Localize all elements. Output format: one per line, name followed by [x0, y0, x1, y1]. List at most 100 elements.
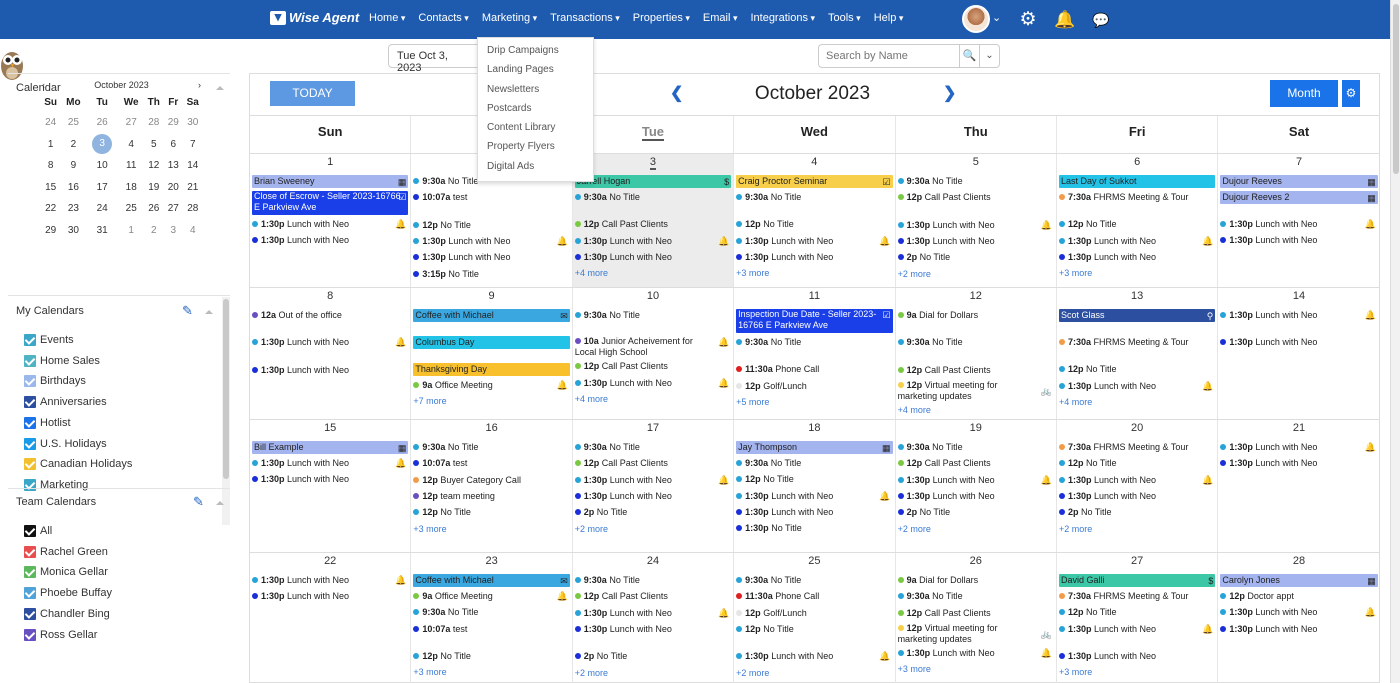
timed-event[interactable]: 9:30a No Title — [736, 336, 892, 349]
timed-event[interactable]: 10a Junior Acheivement for Local High Sc… — [574, 336, 715, 358]
sidebar-scrollbar[interactable] — [222, 297, 230, 525]
timed-event[interactable]: 12p Call Past Clients — [897, 364, 1054, 377]
timed-event[interactable]: 9:30a No Title — [897, 441, 1054, 454]
mini-day[interactable]: 22 — [40, 198, 61, 220]
timed-event[interactable]: 1:30p Lunch with Neo — [1058, 490, 1215, 503]
timed-event[interactable]: 12p Call Past Clients — [897, 607, 1054, 620]
more-events-link[interactable]: +3 more — [736, 268, 769, 278]
checkbox-checked-icon[interactable] — [24, 587, 36, 600]
day-number[interactable]: 6 — [1057, 156, 1217, 168]
timed-event[interactable]: 7:30a FHRMS Meeting & Tour — [1058, 336, 1215, 349]
mini-day[interactable]: 28 — [183, 198, 203, 220]
timed-event[interactable]: 1:30p Lunch with Neo — [252, 590, 408, 603]
timed-event[interactable]: 1:30p Lunch with Neo — [252, 457, 408, 470]
timed-event[interactable]: 2p No Title — [1058, 506, 1215, 519]
timed-event[interactable]: 1:30p Lunch with Neo — [736, 506, 892, 519]
checkbox-checked-icon[interactable] — [24, 545, 36, 558]
all-day-event[interactable]: Coffee with Michael ✉ — [413, 574, 570, 587]
mini-day[interactable]: 16 — [61, 177, 85, 199]
timed-event[interactable]: 12p Call Past Clients — [574, 457, 731, 470]
day-number[interactable]: 15 — [250, 422, 410, 434]
timed-event[interactable]: 9:30a No Title — [413, 441, 569, 454]
nav-help[interactable]: Help — [874, 12, 904, 24]
mini-day[interactable]: 26 — [85, 112, 118, 134]
day-cell[interactable]: 28 Carolyn Jones ▦ 12p Doctor appt 1:30p Lun… — [1218, 553, 1379, 683]
mini-day[interactable]: 7 — [183, 134, 203, 156]
nav-marketing[interactable]: Marketing — [482, 12, 537, 24]
mini-day[interactable]: 17 — [85, 177, 118, 199]
timed-event[interactable]: 12p Call Past Clients — [574, 360, 731, 373]
mini-day[interactable]: 1 — [40, 134, 61, 156]
mini-day[interactable]: 4 — [183, 220, 203, 242]
calendar-toggle-monica-gellar[interactable]: Monica Gellar — [24, 564, 108, 580]
user-avatar[interactable] — [962, 5, 990, 33]
day-cell[interactable]: 18 Jay Thompson ▦ 9:30a No Title 12p No Titl… — [734, 420, 896, 552]
nav-transactions[interactable]: Transactions — [550, 12, 620, 24]
day-cell[interactable]: 9 Coffee with Michael ✉ Columbus Day Thanksg… — [411, 288, 573, 419]
timed-event[interactable]: 1:30p Lunch with Neo — [1220, 441, 1377, 454]
all-day-event[interactable]: David Galli $ — [1058, 574, 1216, 587]
day-cell[interactable]: 6 Last Day of Sukkot 7:30a FHRMS Meeting &… — [1057, 154, 1219, 287]
timed-event[interactable]: 11:30a Phone Call — [736, 590, 892, 603]
day-number[interactable]: 25 — [734, 555, 894, 567]
nav-home[interactable]: Home — [369, 12, 405, 24]
checkbox-checked-icon[interactable] — [24, 396, 36, 409]
timed-event[interactable]: 1:30p Lunch with Neo — [1220, 336, 1377, 349]
checkbox-checked-icon[interactable] — [24, 437, 36, 450]
more-events-link[interactable]: +2 more — [898, 524, 931, 534]
mini-day[interactable]: 24 — [40, 112, 61, 134]
timed-event[interactable]: 9:30a No Title — [574, 309, 731, 322]
more-events-link[interactable]: +4 more — [575, 268, 608, 278]
day-number[interactable]: 11 — [734, 290, 894, 302]
timed-event[interactable]: 12p No Title — [413, 219, 569, 232]
checkbox-checked-icon[interactable] — [24, 607, 36, 620]
timed-event[interactable]: 12p No Title — [736, 623, 892, 636]
all-day-event[interactable]: Scot Glass ⚲ — [1058, 309, 1216, 322]
mini-day[interactable]: 15 — [40, 177, 61, 199]
timed-event[interactable]: 1:30p Lunch with Neo — [736, 251, 892, 264]
calendar-toggle-hotlist[interactable]: Hotlist — [24, 415, 71, 431]
mini-day[interactable]: 14 — [183, 155, 203, 177]
timed-event[interactable]: 1:30p Lunch with Neo — [897, 474, 1054, 487]
mini-day[interactable]: 4 — [119, 134, 144, 156]
day-number[interactable]: 18 — [734, 422, 894, 434]
timed-event[interactable]: 1:30p Lunch with Neo — [252, 218, 408, 231]
day-number[interactable]: 27 — [1057, 555, 1217, 567]
timed-event[interactable]: 12p No Title — [736, 473, 892, 486]
day-cell[interactable]: 1 Brian Sweeney ▦ Close of Escrow - Seller … — [250, 154, 412, 287]
calendar-toggle-phoebe-buffay[interactable]: Phoebe Buffay — [24, 585, 112, 601]
nav-integrations[interactable]: Integrations — [750, 12, 815, 24]
mini-day[interactable]: 6 — [164, 134, 183, 156]
timed-event[interactable]: 12p No Title — [1058, 218, 1215, 231]
timed-event[interactable]: 9a Office Meeting — [413, 379, 569, 392]
timed-event[interactable]: 9a Office Meeting — [413, 590, 569, 603]
more-events-link[interactable]: +3 more — [413, 667, 446, 677]
mini-day[interactable]: 1 — [119, 220, 144, 242]
timed-event[interactable]: 12p No Title — [413, 506, 569, 519]
nav-contacts[interactable]: Contacts — [418, 12, 468, 24]
menu-item-postcards[interactable]: Postcards — [478, 103, 593, 122]
all-day-event[interactable]: Dujour Reeves 2 ▦ — [1220, 191, 1378, 204]
menu-item-content-library[interactable]: Content Library — [478, 122, 593, 141]
checkbox-checked-icon[interactable] — [24, 628, 36, 641]
checkbox-checked-icon[interactable] — [24, 375, 36, 388]
day-number[interactable]: 17 — [573, 422, 733, 434]
day-cell[interactable]: 23 Coffee with Michael ✉ 9a Office Meeting 🔔… — [411, 553, 573, 683]
more-events-link[interactable]: +3 more — [898, 664, 931, 674]
day-number[interactable]: 20 — [1057, 422, 1217, 434]
timed-event[interactable]: 1:30p Lunch with Neo — [574, 490, 731, 503]
search-icon[interactable]: 🔍 — [959, 45, 979, 67]
all-day-event[interactable]: Columbus Day — [413, 336, 570, 349]
calendar-toggle-all[interactable]: All — [24, 523, 52, 539]
timed-event[interactable]: 12p No Title — [1058, 363, 1215, 376]
timed-event[interactable]: 1:30p Lunch with Neo — [736, 650, 892, 663]
mini-day[interactable]: 5 — [144, 134, 164, 156]
day-number[interactable]: 5 — [896, 156, 1056, 168]
timed-event[interactable]: 1:30p Lunch with Neo — [574, 623, 731, 636]
calendar-toggle-anniversaries[interactable]: Anniversaries — [24, 394, 107, 410]
mini-day[interactable]: 9 — [61, 155, 85, 177]
edit-my-calendars-pencil-icon[interactable]: ✎ — [182, 304, 196, 318]
timed-event[interactable]: 1:30p Lunch with Neo — [1220, 606, 1377, 619]
calendar-toggle-home-sales[interactable]: Home Sales — [24, 353, 100, 369]
mini-day[interactable]: 27 — [164, 198, 183, 220]
